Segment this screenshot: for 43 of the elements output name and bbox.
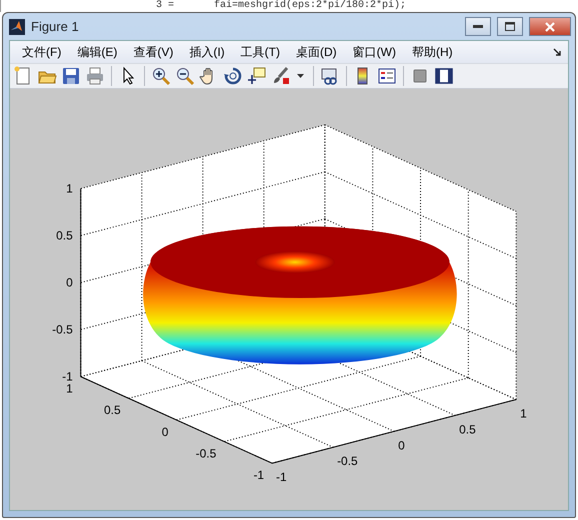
y-tick-label: 1 (66, 382, 73, 396)
menu-item[interactable]: 编辑(E) (69, 43, 126, 61)
x-tick-label: -1 (276, 470, 287, 484)
data-cursor-icon[interactable] (247, 66, 267, 86)
z-tick-label: -1 (62, 370, 73, 384)
window-icon[interactable] (434, 66, 454, 86)
x-tick-label: 1 (520, 406, 527, 420)
maximize-button[interactable] (497, 17, 523, 36)
menu-item[interactable]: 插入(I) (181, 43, 233, 61)
save-icon[interactable] (61, 66, 81, 86)
dock-arrow-icon[interactable] (553, 48, 562, 56)
y-tick-label: -0.5 (196, 446, 216, 460)
minimize-icon (473, 24, 483, 28)
brush-icon[interactable] (271, 66, 291, 86)
menu-item[interactable]: 桌面(D) (288, 43, 345, 61)
zoom-out-icon[interactable] (175, 66, 195, 86)
minimize-button[interactable] (465, 17, 491, 36)
y-tick-label: 0.5 (104, 403, 121, 418)
code-line: fai=meshgrid(eps:2*pi/180:2*pi); (214, 0, 406, 12)
menu-item[interactable]: 工具(T) (232, 43, 288, 61)
z-tick-label: 0.5 (56, 228, 73, 243)
x-tick-label: -0.5 (337, 454, 358, 468)
menu-item[interactable]: 查看(V) (125, 43, 182, 61)
zoom-in-icon[interactable] (151, 66, 171, 86)
z-tick-label: 0 (66, 276, 73, 290)
y-tick-label: 0 (162, 424, 168, 439)
z-tick-label: -0.5 (52, 322, 73, 337)
y-tick-label: -1 (253, 468, 264, 482)
close-icon (545, 22, 555, 32)
z-tick-label: 1 (66, 182, 73, 196)
menu-item[interactable]: 文件(F) (14, 43, 70, 61)
x-tick-label: 0.5 (459, 422, 476, 436)
close-button[interactable] (529, 17, 571, 36)
menu-item[interactable]: 帮助(H) (404, 43, 461, 61)
printer-icon[interactable] (85, 66, 105, 86)
legend-icon[interactable] (377, 66, 397, 86)
x-tick-label: 0 (398, 438, 405, 452)
code-line-label: 3 = (156, 0, 174, 12)
window-title: Figure 1 (31, 18, 79, 36)
menu-item[interactable]: 窗口(W) (344, 43, 404, 61)
rotate-icon[interactable] (223, 66, 243, 86)
maximize-icon (505, 22, 515, 31)
app-logo-icon (9, 18, 25, 34)
